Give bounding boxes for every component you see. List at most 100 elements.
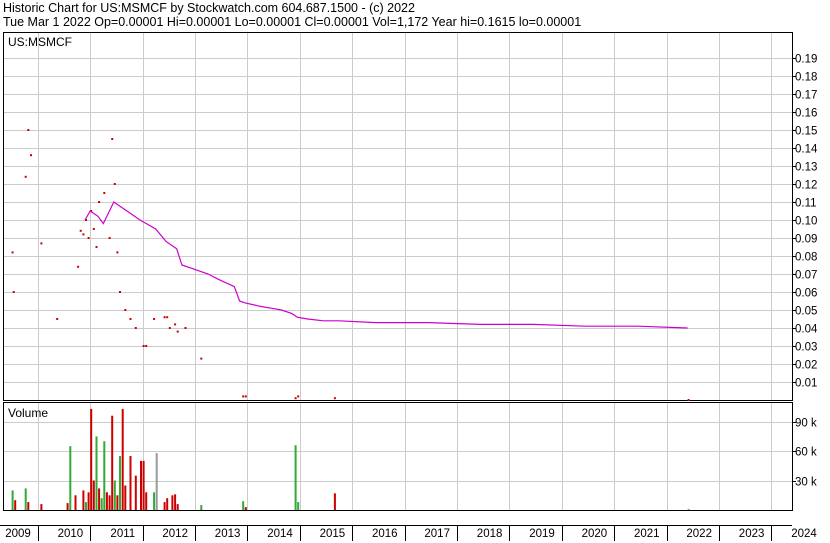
volume-bar	[163, 502, 166, 510]
volume-bar	[82, 490, 85, 510]
x-tick-label: 2017	[424, 528, 450, 540]
price-point	[174, 323, 177, 326]
price-y-tick-label: 0.01	[795, 378, 817, 390]
price-y-tick-label: 0.07	[795, 270, 817, 282]
price-point	[168, 327, 171, 329]
volume-bar	[121, 408, 124, 510]
volume-bar	[176, 504, 179, 510]
volume-bar	[113, 480, 116, 510]
volume-panel-title: Volume	[8, 406, 48, 420]
price-y-tick-label: 0.04	[795, 324, 818, 336]
price-point	[129, 318, 132, 320]
volume-bar	[140, 460, 142, 510]
price-point	[166, 316, 169, 319]
volume-bar	[174, 494, 177, 510]
price-panel-title: US:MSMCF	[8, 35, 72, 49]
volume-bar	[95, 436, 98, 510]
price-y-tick-label: 0.10	[795, 216, 817, 228]
x-tick-label: 2010	[58, 528, 84, 540]
price-point	[153, 318, 156, 320]
price-point	[145, 345, 148, 347]
volume-bar	[200, 505, 203, 510]
volume-bar	[11, 490, 14, 510]
x-tick-label: 2009	[5, 528, 31, 540]
x-tick-label: 2013	[215, 528, 241, 540]
volume-bar	[27, 502, 30, 510]
volume-bar	[105, 492, 108, 510]
x-tick-label: 2014	[267, 528, 293, 540]
price-point	[184, 327, 187, 329]
price-point	[176, 330, 179, 333]
price-point	[40, 242, 43, 245]
price-grid	[3, 32, 792, 400]
price-point	[119, 291, 121, 293]
volume-bar	[171, 495, 174, 510]
price-point	[200, 357, 203, 360]
price-y-tick-label: 0.19	[795, 54, 817, 66]
price-y-tick-label: 0.03	[795, 342, 817, 354]
price-point	[111, 138, 114, 140]
volume-bar	[40, 504, 43, 510]
price-point	[103, 192, 106, 194]
price-y-tick-label: 0.14	[795, 144, 818, 156]
price-panel-frame	[3, 32, 793, 401]
x-tick-label: 2022	[686, 528, 712, 540]
price-point	[98, 201, 101, 203]
volume-y-tick-label: 60 k	[795, 447, 817, 459]
x-tick-label: 2021	[634, 528, 660, 540]
x-tick-label: 2019	[529, 528, 555, 540]
price-point	[333, 397, 336, 400]
x-axis: 2009 2010 2011 2012 2013 2014 2015 2016 2017 2018…	[0, 525, 817, 541]
x-tick-label: 2020	[582, 528, 608, 540]
volume-bar	[166, 498, 169, 510]
volume-bars	[11, 408, 690, 510]
price-point	[134, 327, 137, 329]
volume-y-tick-label: 30 k	[795, 477, 817, 489]
price-point	[82, 233, 85, 236]
price-y-tick-label: 0.08	[795, 252, 817, 264]
volume-bar	[92, 480, 95, 510]
price-point	[56, 318, 59, 320]
price-point	[242, 395, 245, 398]
price-point	[12, 291, 15, 293]
volume-bar	[103, 441, 106, 510]
price-y-tick-label: 0.17	[795, 90, 817, 102]
price-y-tick-label: 0.02	[795, 360, 817, 372]
price-point	[27, 129, 30, 131]
price-y-tick-label: 0.18	[795, 72, 817, 84]
price-point	[244, 395, 247, 398]
price-point	[79, 229, 82, 232]
price-point	[92, 228, 95, 230]
price-y-tick-label: 0.05	[795, 306, 817, 318]
price-point	[113, 183, 116, 185]
price-point	[77, 265, 80, 268]
volume-bar	[124, 485, 127, 510]
price-point	[142, 345, 145, 347]
volume-bar	[24, 488, 27, 510]
price-point	[124, 309, 127, 311]
volume-bar	[294, 445, 297, 510]
volume-bar	[155, 453, 158, 510]
volume-bar	[111, 415, 114, 510]
price-y-tick-label: 0.11	[795, 198, 817, 210]
x-tick-label: 2024	[791, 528, 817, 540]
price-point	[294, 397, 297, 400]
x-tick-label: 2011	[110, 528, 135, 540]
volume-bar	[145, 492, 148, 510]
price-y-tick-label: 0.06	[795, 288, 817, 300]
price-point	[30, 154, 32, 157]
chart-canvas: 0.01 0.02 0.03 0.04 0.05 0.06 0.07 0.08 0.09 0.10…	[0, 32, 818, 541]
volume-bar	[333, 493, 336, 510]
price-point	[11, 251, 14, 254]
volume-bar	[100, 498, 103, 510]
x-tick-label: 2012	[162, 528, 188, 540]
volume-bar	[87, 492, 90, 510]
volume-bar	[116, 495, 119, 510]
price-point	[87, 237, 90, 239]
volume-bar	[119, 456, 121, 510]
x-tick-label: 2018	[477, 528, 503, 540]
x-tick-label: 2016	[372, 528, 398, 540]
price-y-tick-label: 0.13	[795, 162, 817, 174]
price-point	[108, 237, 111, 239]
volume-bar	[14, 500, 17, 510]
